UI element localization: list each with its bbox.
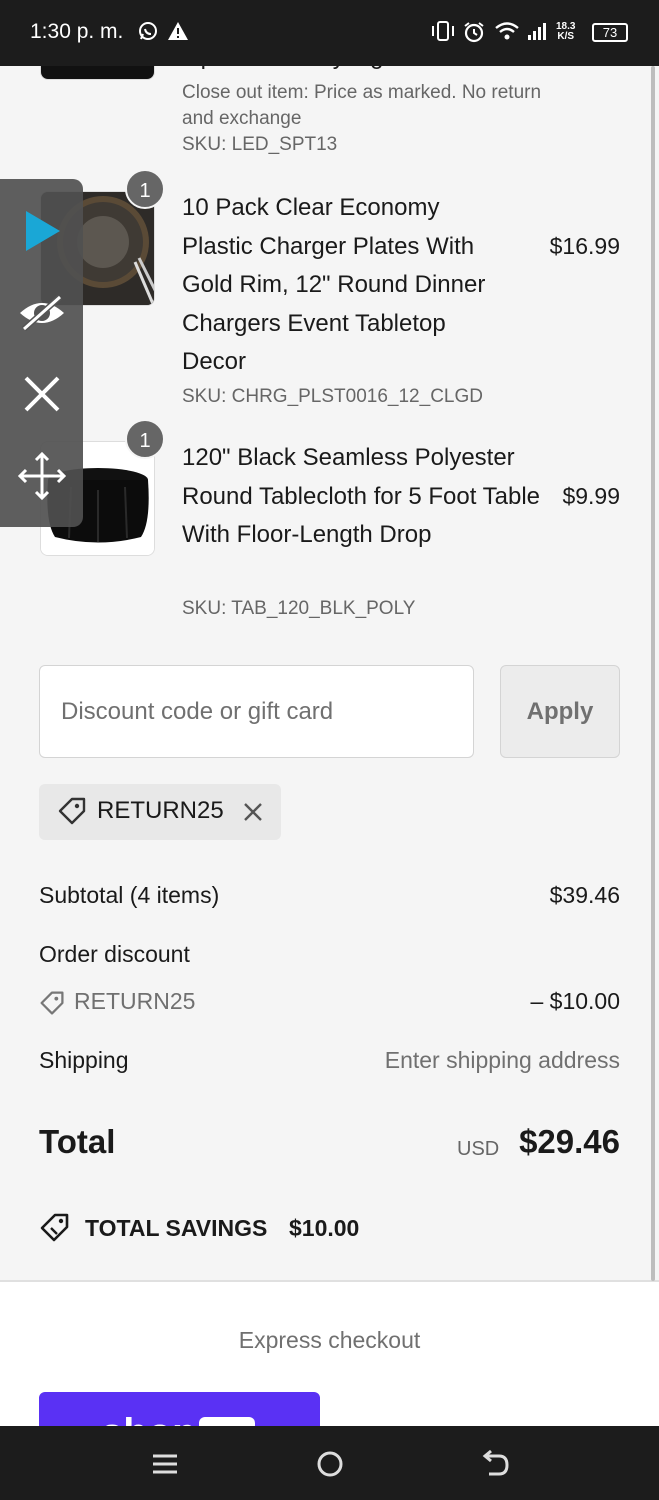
system-nav-bar — [0, 1426, 659, 1500]
warning-icon — [167, 20, 189, 49]
play-icon[interactable] — [12, 201, 72, 261]
item-closeout-note: Close out item: Price as marked. No retu… — [182, 82, 542, 129]
item-sku: SKU: TAB_120_BLK_POLY — [182, 598, 416, 619]
savings-value: $10.00 — [289, 1215, 360, 1241]
item-title: 10 Pack Clear Economy Plastic Charger Pl… — [182, 194, 486, 375]
alarm-icon — [462, 20, 486, 51]
item-sku: SKU: LED_SPT13 — [182, 134, 338, 155]
subtotal-label: Subtotal (4 items) — [39, 882, 220, 908]
item-price: $16.99 — [549, 233, 620, 259]
applied-discount-chip: RETURN25 — [39, 784, 281, 840]
discount-code-input[interactable] — [39, 665, 474, 758]
item-thumbnail-party-light — [40, 66, 155, 80]
total-value: $29.46 — [519, 1123, 620, 1160]
shop-pay-button[interactable]: shop — [39, 1392, 320, 1426]
tag-icon — [39, 990, 65, 1021]
subtotal-value: $39.46 — [549, 882, 620, 908]
item-quantity-badge: 1 — [125, 419, 165, 459]
battery-icon: 73 — [592, 23, 628, 42]
status-time: 1:30 p. m. — [30, 20, 124, 43]
item-price: $9.99 — [562, 483, 620, 509]
vibrate-icon — [430, 20, 456, 49]
close-icon[interactable] — [12, 364, 72, 424]
order-discount-label: Order discount — [39, 941, 190, 967]
network-speed: 18.3 K/S — [556, 22, 575, 42]
back-icon[interactable] — [475, 1444, 515, 1484]
item-title: 120" Black Seamless Polyester Round Tabl… — [182, 444, 541, 548]
item-title-partial: Operated Party Light — [182, 66, 403, 76]
item-sku: SKU: CHRG_PLST0016_12_CLGD — [182, 386, 483, 407]
order-discount-code: RETURN25 — [74, 988, 196, 1014]
remove-discount-icon[interactable] — [241, 800, 265, 829]
menu-icon[interactable] — [145, 1444, 185, 1484]
express-checkout-panel: Express checkout shop — [0, 1280, 659, 1426]
savings-tag-icon — [39, 1211, 71, 1249]
order-discount-value: – $10.00 — [530, 988, 620, 1014]
checkout-scroll-area[interactable]: Operated Party Light Close out item: Pri… — [0, 66, 659, 1426]
item-quantity-badge: 1 — [125, 169, 165, 209]
shipping-label: Shipping — [39, 1047, 129, 1073]
network-speed-unit: K/S — [557, 31, 575, 42]
scrollbar[interactable] — [651, 66, 655, 1281]
apply-discount-button[interactable]: Apply — [500, 665, 620, 758]
floating-tool-panel — [0, 179, 83, 527]
savings-label: TOTAL SAVINGS — [85, 1215, 268, 1241]
total-label: Total — [39, 1123, 116, 1160]
express-checkout-title: Express checkout — [238, 1327, 421, 1353]
signal-icon — [526, 20, 550, 49]
svg-text:shop: shop — [101, 1411, 197, 1426]
tag-icon — [57, 796, 87, 831]
move-icon[interactable] — [12, 446, 72, 506]
whatsapp-icon — [137, 20, 159, 49]
shipping-value: Enter shipping address — [384, 1047, 620, 1073]
total-currency: USD — [457, 1138, 500, 1160]
hide-eye-icon[interactable] — [12, 283, 72, 343]
applied-discount-code: RETURN25 — [97, 797, 224, 824]
status-bar: 1:30 p. m. 18.3 K/S 73 — [0, 0, 659, 66]
wifi-icon — [494, 20, 520, 49]
home-icon[interactable] — [310, 1444, 350, 1484]
